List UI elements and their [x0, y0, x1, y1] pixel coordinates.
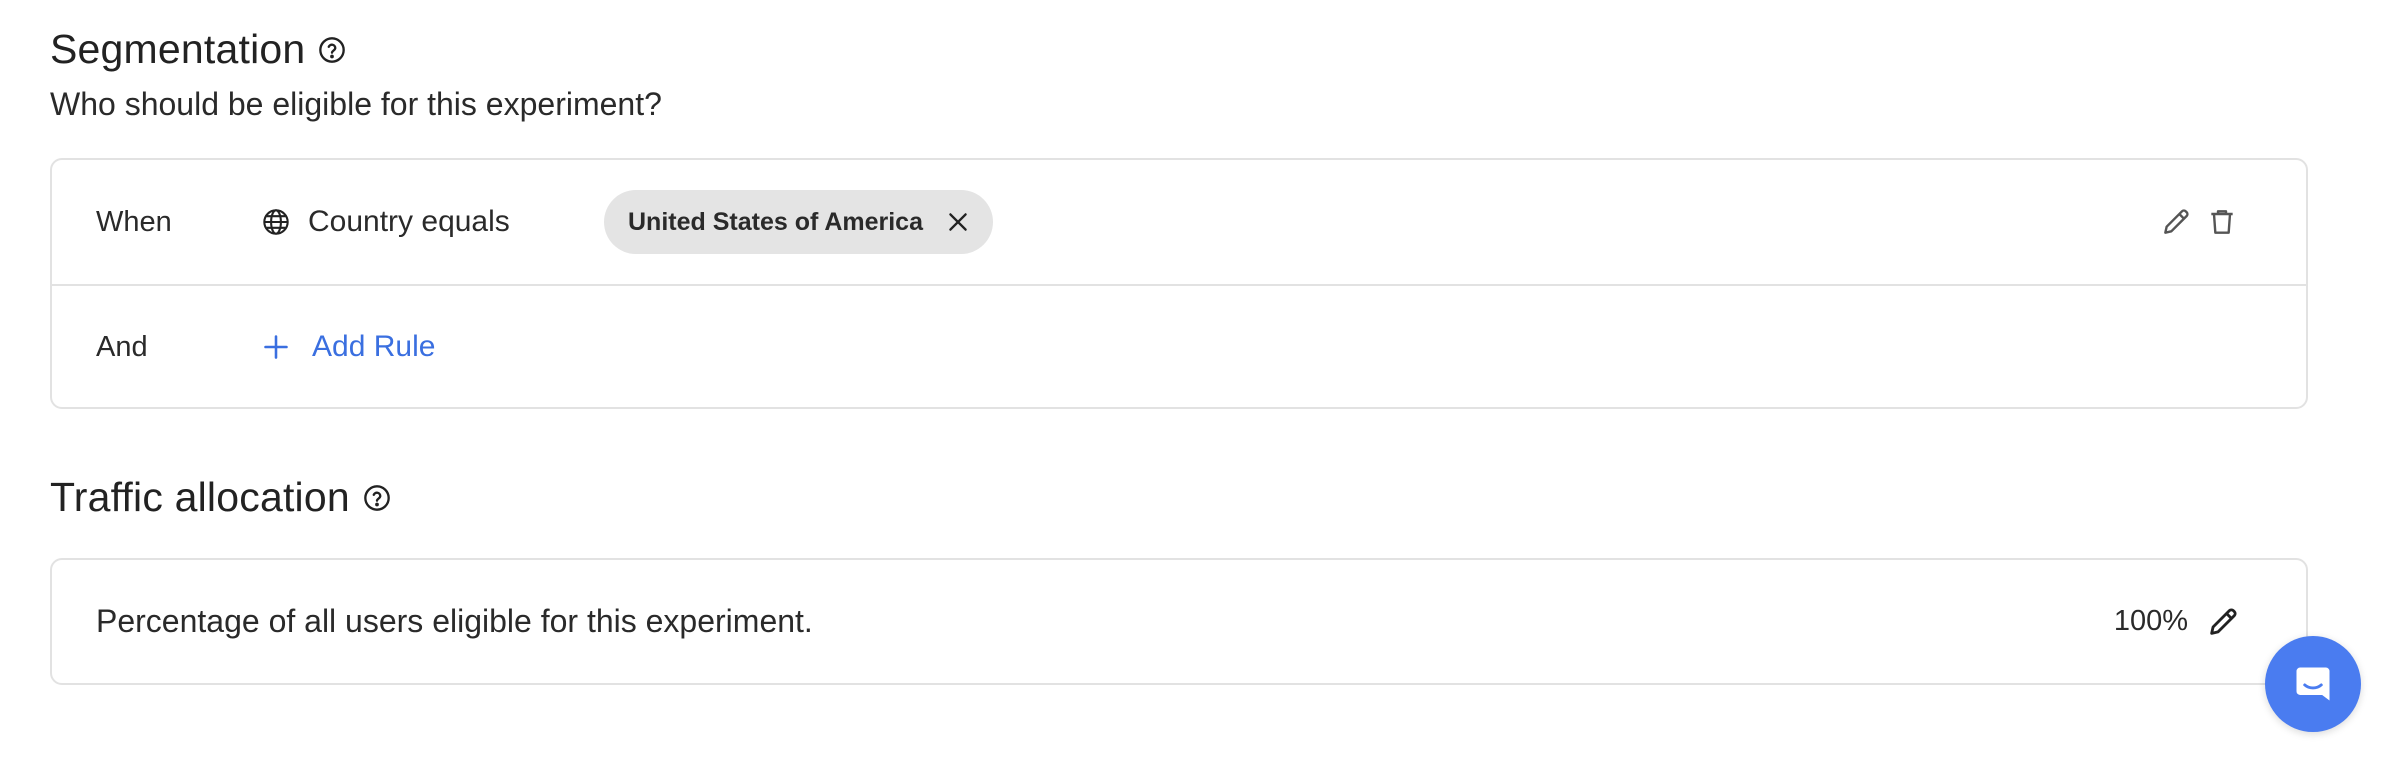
add-rule-button[interactable]: Add Rule	[262, 330, 435, 364]
rule-connector-label: When	[96, 205, 172, 238]
trash-icon[interactable]	[2206, 206, 2238, 238]
rule-actions	[2160, 206, 2238, 238]
traffic-allocation-title: Traffic allocation	[50, 474, 392, 521]
chat-launcher-button[interactable]	[2265, 636, 2361, 732]
rule-value-text: United States of America	[628, 207, 923, 236]
traffic-allocation-card: Percentage of all users eligible for thi…	[50, 558, 2308, 685]
rule-value-chip: United States of America	[604, 190, 993, 254]
pencil-icon[interactable]	[2160, 206, 2192, 238]
rule-row: When Country equals United States of Ame…	[52, 160, 2306, 286]
add-rule-label: Add Rule	[312, 330, 436, 363]
chat-bubble-icon	[2291, 662, 2335, 706]
add-rule-row: And Add Rule	[52, 285, 2306, 409]
plus-icon	[262, 333, 290, 361]
pencil-icon[interactable]	[2206, 605, 2240, 639]
traffic-percentage: 100%	[2113, 605, 2188, 637]
traffic-allocation-title-text: Traffic allocation	[50, 474, 350, 520]
close-icon[interactable]	[945, 209, 971, 235]
segmentation-title-text: Segmentation	[50, 26, 306, 72]
traffic-value-group: 100%	[2114, 560, 2240, 683]
rule-condition: Country equals	[262, 205, 510, 239]
traffic-description: Percentage of all users eligible for thi…	[96, 603, 813, 639]
segmentation-title: Segmentation	[50, 26, 347, 73]
rule-condition-text: Country equals	[308, 205, 510, 238]
question-circle-icon[interactable]	[317, 35, 347, 65]
and-connector-label: And	[96, 330, 148, 363]
segmentation-rules-card: When Country equals United States of Ame…	[50, 158, 2308, 409]
globe-icon	[262, 208, 290, 236]
question-circle-icon[interactable]	[362, 483, 392, 513]
segmentation-subtitle: Who should be eligible for this experime…	[50, 86, 662, 122]
